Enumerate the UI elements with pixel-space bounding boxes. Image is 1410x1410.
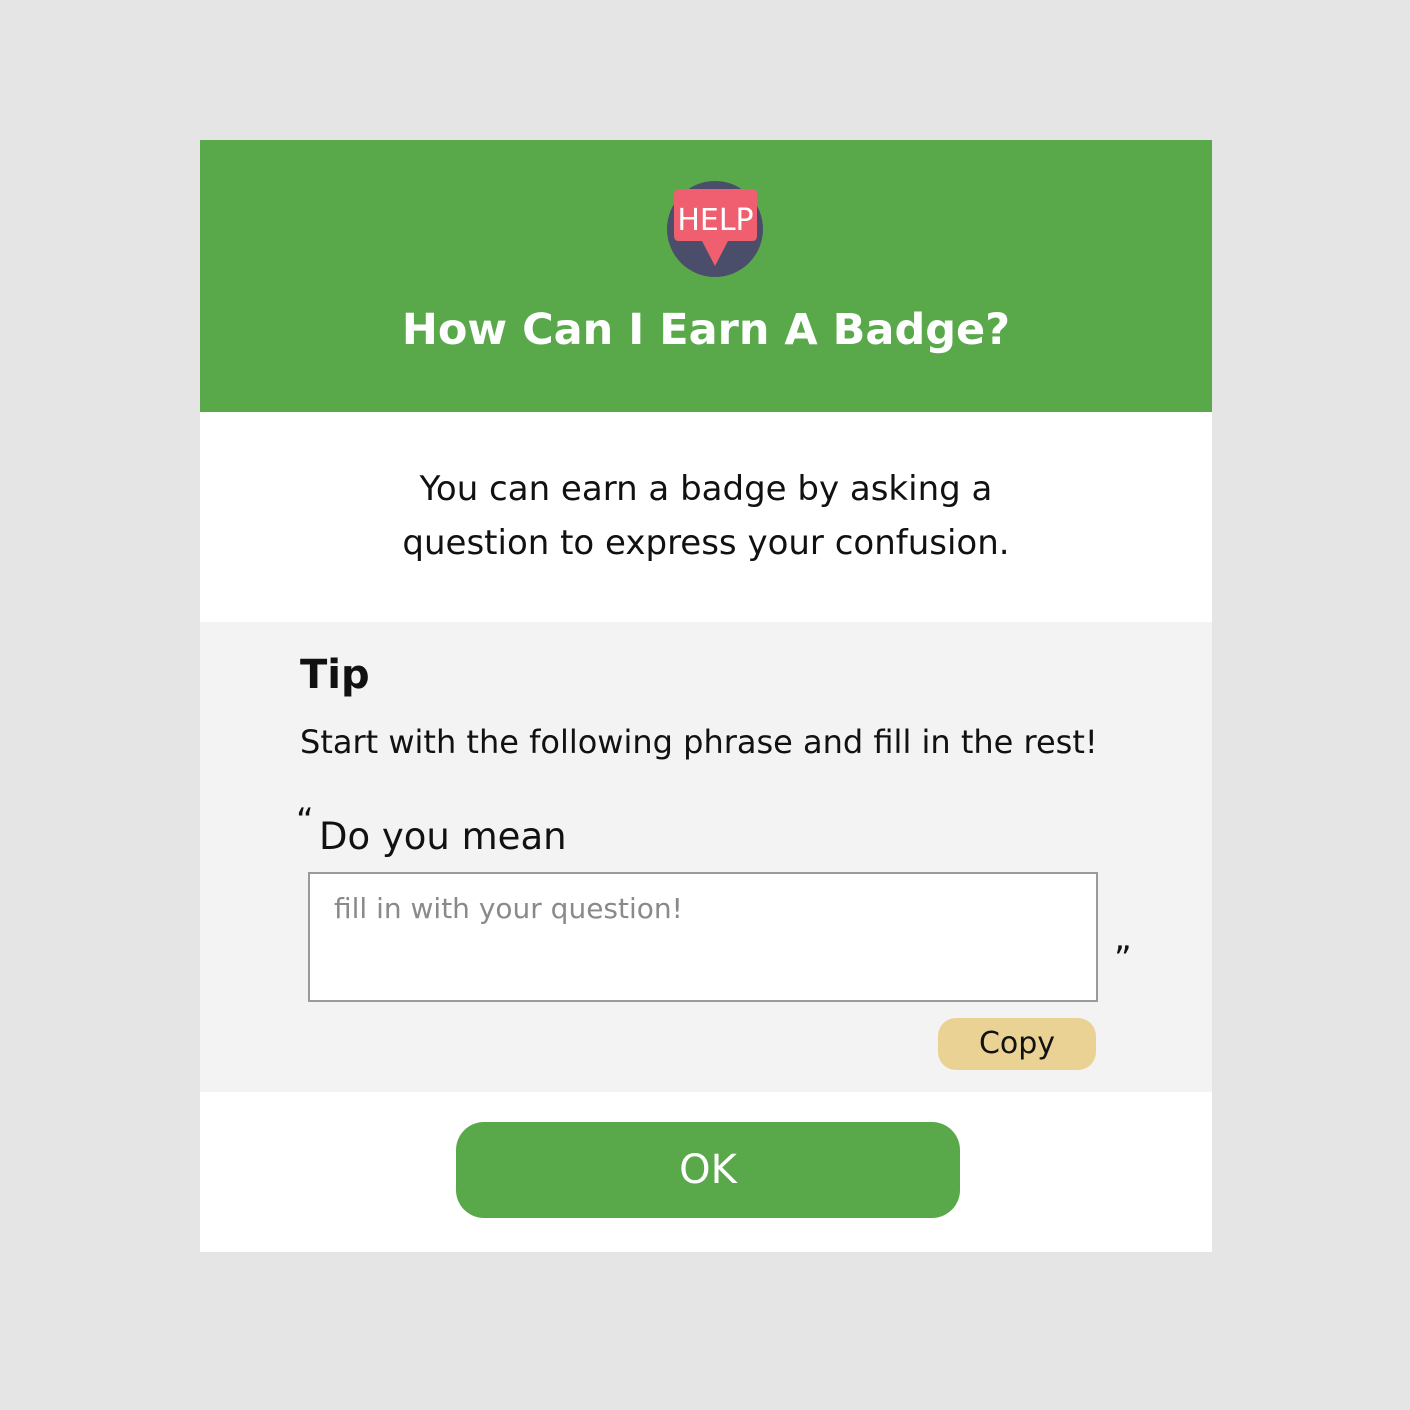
dialog-header: HELP How Can I Earn A Badge? [200,140,1212,412]
description-line-2: question to express your confusion. [402,523,1010,563]
tip-instructions: Start with the following phrase and fill… [300,723,1098,761]
close-quote-mark: ” [1114,939,1132,979]
dialog-title: How Can I Earn A Badge? [401,305,1011,355]
copy-button[interactable]: Copy [938,1018,1096,1070]
question-input[interactable] [308,872,1098,1002]
tip-title: Tip [300,652,370,698]
dialog-description: You can earn a badge by asking a questio… [200,462,1212,570]
description-line-1: You can earn a badge by asking a [419,469,993,509]
open-quote-mark: “ [296,801,314,841]
starter-phrase: Do you mean [319,815,567,858]
badge-help-dialog: HELP How Can I Earn A Badge? You can ear… [200,140,1212,1252]
tip-panel: Tip Start with the following phrase and … [200,622,1212,1092]
help-icon-label: HELP [677,203,753,238]
ok-button[interactable]: OK [456,1122,960,1218]
help-speech-bubble-icon: HELP [666,180,764,278]
